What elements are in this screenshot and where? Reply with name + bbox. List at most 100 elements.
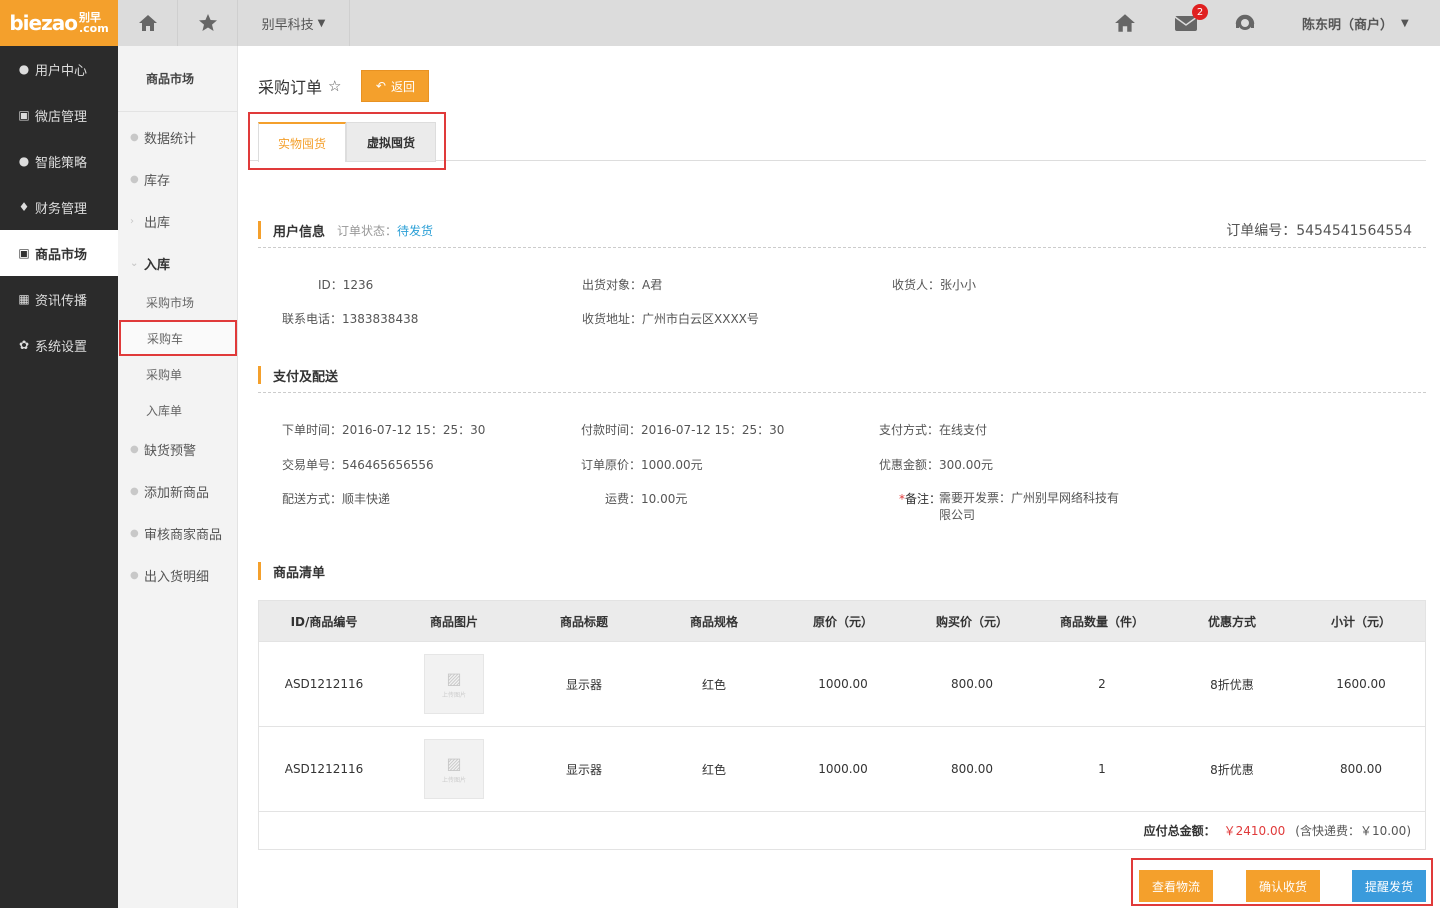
- bullet-icon: ●: [130, 131, 139, 143]
- nav-label: 微店管理: [35, 109, 88, 125]
- caret-down-icon: ▼: [317, 17, 326, 29]
- strategy-icon: ●: [18, 154, 30, 168]
- goods-section-header: 商品清单: [258, 561, 1426, 581]
- field-phone: 联系电话：1383838438: [282, 312, 419, 326]
- subnav-label: 缺货预警: [144, 443, 197, 459]
- order-status-label: 订单状态：: [337, 223, 398, 238]
- order-status-value: 待发货: [397, 223, 434, 238]
- cell-subtotal: 1600.00: [1336, 677, 1386, 691]
- section-accent-bar: [258, 221, 261, 239]
- home-shortcut[interactable]: [1114, 0, 1136, 46]
- brand-logo[interactable]: biezao 别早 .com: [0, 0, 118, 46]
- shop-icon: ▣: [18, 108, 30, 122]
- cell-buy-price: 800.00: [951, 677, 993, 691]
- field-discount: 优惠金额：300.00元: [879, 458, 993, 472]
- subnav-label: 入库: [144, 257, 171, 273]
- payment-section-header: 支付及配送: [258, 365, 1426, 385]
- caret-down-icon: ▼: [1401, 17, 1409, 29]
- table-row: ASD1212116 ▨ 上传图片 显示器 红色 1000.00 800.00 1…: [259, 726, 1425, 811]
- image-placeholder-icon: ▨: [446, 754, 462, 773]
- main-content: 采购订单 ☆ ↶ 返回 实物囤货 虚拟囤货 用户信息 订单状态： 待发货 订单编…: [238, 46, 1440, 908]
- subnav-item-inbound[interactable]: ⌄ 入库: [118, 242, 237, 284]
- col-title: 商品标题: [559, 614, 608, 629]
- total-amount: ￥2410.00: [1223, 824, 1286, 838]
- cell-qty: 1: [1098, 762, 1106, 776]
- subnav-label: 出库: [144, 215, 171, 231]
- support-button[interactable]: [1234, 0, 1256, 46]
- cell-image: ▨ 上传图片: [389, 654, 519, 714]
- subnav-child-inbound-order[interactable]: 入库单: [118, 392, 237, 428]
- table-header: ID/商品编号 商品图片 商品标题 商品规格 原价（元） 购买价（元） 商品数量…: [259, 601, 1425, 641]
- home-button[interactable]: [118, 0, 178, 46]
- subnav-child-purchase-order[interactable]: 采购单: [118, 356, 237, 392]
- thumb-caption: 上传图片: [441, 692, 466, 699]
- view-logistics-button[interactable]: 查看物流: [1139, 870, 1213, 902]
- total-label: 应付总金额：: [1143, 824, 1216, 838]
- product-thumbnail[interactable]: ▨ 上传图片: [424, 739, 484, 799]
- section-title: 用户信息: [273, 224, 326, 240]
- nav-item-settings[interactable]: ✿ 系统设置: [0, 322, 118, 368]
- field-trade-no: 交易单号：546465656556: [282, 458, 434, 472]
- subnav-item-review[interactable]: ● 审核商家商品: [118, 512, 237, 554]
- tab-virtual-stock[interactable]: 虚拟囤货: [346, 122, 436, 162]
- confirm-receipt-button[interactable]: 确认收货: [1246, 870, 1320, 902]
- image-placeholder-icon: ▨: [446, 669, 462, 688]
- subnav-item-stock[interactable]: ● 库存: [118, 158, 237, 200]
- goods-table: ID/商品编号 商品图片 商品标题 商品规格 原价（元） 购买价（元） 商品数量…: [258, 600, 1426, 850]
- tab-physical-stock[interactable]: 实物囤货: [258, 122, 346, 162]
- subnav-item-detail[interactable]: ● 出入货明细: [118, 554, 237, 596]
- col-promo: 优惠方式: [1207, 614, 1256, 629]
- gear-icon: ✿: [18, 338, 30, 352]
- field-order-time: 下单时间：2016-07-12 15：25：30: [282, 423, 486, 437]
- remark-line: 需要开发票：广州别早网络科技有: [939, 491, 1120, 505]
- page-title: 采购订单: [258, 78, 323, 97]
- nav-item-shop[interactable]: ▣ 微店管理: [0, 92, 118, 138]
- table-footer: 应付总金额： ￥2410.00 (含快递费：￥10.00): [259, 811, 1425, 849]
- bullet-icon: ●: [130, 173, 139, 185]
- order-number: 订单编号：5454541564554: [1226, 223, 1412, 239]
- subnav-item-outbound[interactable]: › 出库: [118, 200, 237, 242]
- company-dropdown[interactable]: 别早科技 ▼: [238, 0, 350, 46]
- main-nav: ● 用户中心 ▣ 微店管理 ● 智能策略 ♦ 财务管理 ▣ 商品市场 ▦ 资讯传播 ✿ 系统设…: [0, 46, 118, 908]
- top-bar: biezao 别早 .com 别早科技 ▼ 2 陈东明（商户） ▼: [0, 0, 1440, 46]
- nav-item-strategy[interactable]: ● 智能策略: [0, 138, 118, 184]
- user-info-section-header: 用户信息 订单状态： 待发货 订单编号：5454541564554: [258, 220, 1426, 240]
- nav-item-market[interactable]: ▣ 商品市场: [0, 230, 118, 276]
- subnav-item-shortage[interactable]: ● 缺货预警: [118, 428, 237, 470]
- col-subtotal: 小计（元）: [1330, 614, 1391, 629]
- subnav-child-purchase-market[interactable]: 采购市场: [118, 284, 237, 320]
- subnav-item-add-product[interactable]: ● 添加新商品: [118, 470, 237, 512]
- messages-button[interactable]: 2: [1174, 0, 1214, 46]
- bullet-icon: ●: [130, 569, 139, 581]
- favorites-button[interactable]: [178, 0, 238, 46]
- section-divider: [258, 247, 1426, 248]
- cell-subtotal: 800.00: [1340, 762, 1382, 776]
- product-thumbnail[interactable]: ▨ 上传图片: [424, 654, 484, 714]
- subnav-item-stats[interactable]: ● 数据统计: [118, 116, 237, 158]
- nav-item-user-center[interactable]: ● 用户中心: [0, 46, 118, 92]
- company-name: 别早科技: [261, 17, 314, 33]
- nav-label: 财务管理: [35, 201, 88, 217]
- subnav-child-purchase-cart[interactable]: 采购车: [119, 320, 237, 356]
- section-accent-bar: [258, 562, 261, 580]
- nav-item-finance[interactable]: ♦ 财务管理: [0, 184, 118, 230]
- subnav-label: 出入货明细: [144, 569, 210, 585]
- cell-promo: 8折优惠: [1210, 762, 1254, 777]
- subnav-title: 商品市场: [118, 46, 237, 112]
- tabs-container: 实物囤货 虚拟囤货: [248, 112, 446, 170]
- field-freight: 运费：10.00元: [605, 492, 688, 506]
- field-receiver: 收货人：张小小: [892, 278, 977, 292]
- nav-item-news[interactable]: ▦ 资讯传播: [0, 276, 118, 322]
- back-button-label: 返回: [390, 79, 415, 94]
- user-menu[interactable]: 陈东明（商户） ▼: [1302, 0, 1409, 46]
- star-outline-icon[interactable]: ☆: [328, 77, 341, 95]
- cell-id: ASD1212116: [284, 762, 364, 776]
- remind-shipping-button[interactable]: 提醒发货: [1352, 870, 1426, 902]
- market-icon: ▣: [18, 246, 30, 260]
- logo-sub: 别早 .com: [79, 12, 109, 34]
- col-id: ID/商品编号: [290, 614, 358, 629]
- subnav-label: 添加新商品: [144, 485, 210, 501]
- bullet-icon: ●: [130, 527, 139, 539]
- user-icon: ●: [18, 62, 30, 76]
- back-button[interactable]: ↶ 返回: [361, 70, 430, 102]
